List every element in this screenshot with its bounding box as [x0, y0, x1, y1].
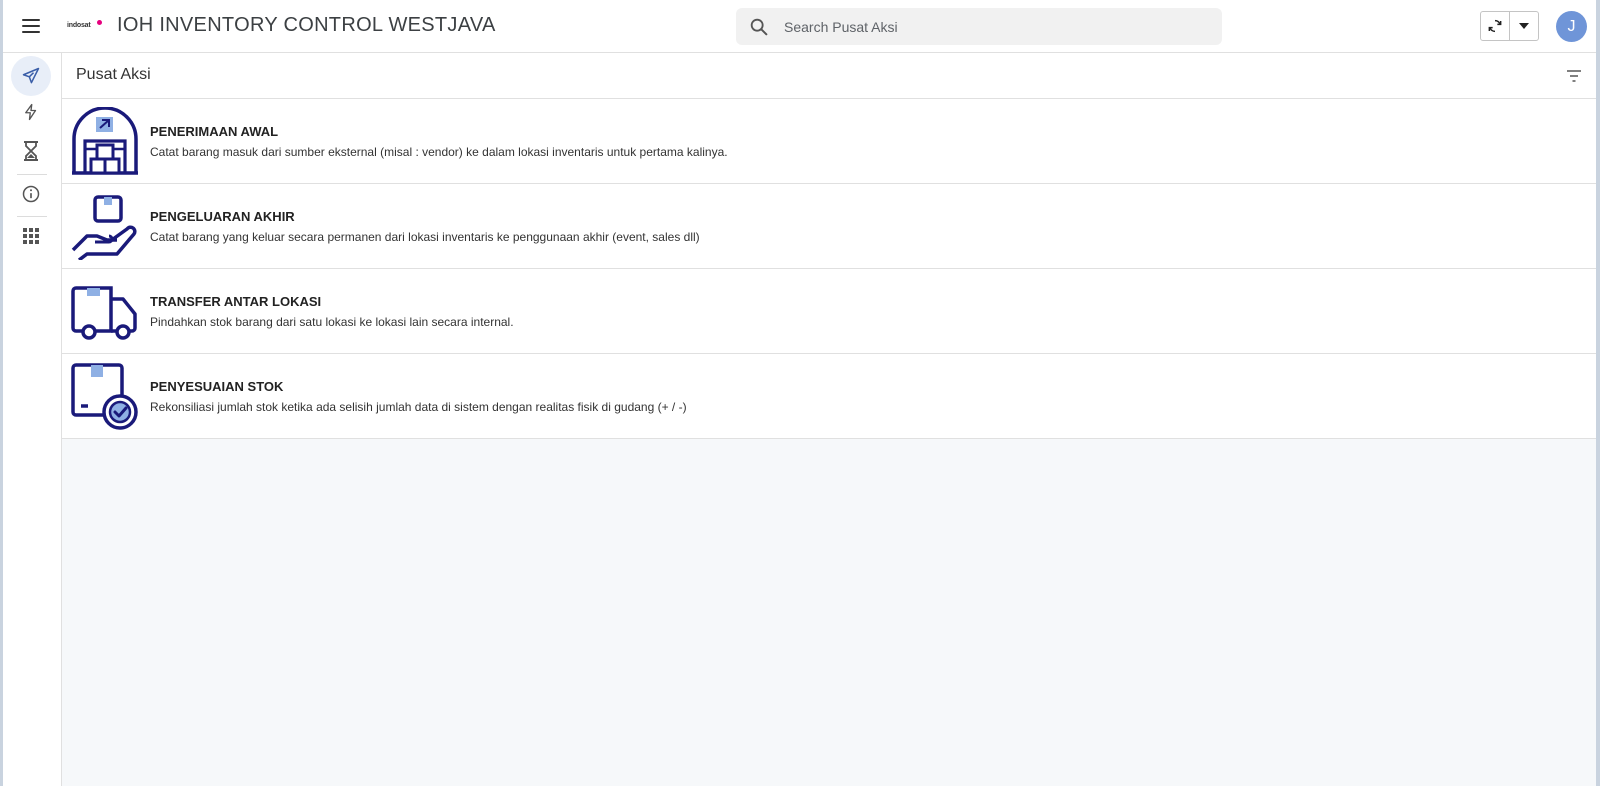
sync-icon	[1488, 19, 1502, 33]
sidebar-item-send[interactable]	[11, 56, 51, 96]
action-title: PENGELUARAN AKHIR	[150, 209, 295, 224]
filter-icon[interactable]	[1566, 68, 1582, 84]
action-title: TRANSFER ANTAR LOKASI	[150, 294, 322, 309]
section-header: Pusat Aksi	[62, 53, 1596, 99]
caret-down-icon	[1519, 23, 1530, 29]
warehouse-icon	[72, 107, 138, 175]
action-transfer-antar-lokasi[interactable]: TRANSFER ANTAR LOKASI Pindahkan stok bar…	[62, 269, 1596, 354]
box-check-icon	[71, 363, 138, 430]
sidebar-item-hourglass[interactable]	[11, 131, 51, 171]
action-title: PENERIMAAN AWAL	[150, 124, 279, 139]
left-sidebar	[3, 53, 62, 786]
hand-box-icon	[71, 195, 137, 260]
info-icon	[22, 185, 40, 203]
hamburger-menu-icon[interactable]	[19, 14, 43, 38]
search-icon	[750, 18, 768, 35]
sidebar-item-lightning[interactable]	[11, 92, 51, 132]
action-pengeluaran-akhir[interactable]: PENGELUARAN AKHIR Catat barang yang kelu…	[62, 184, 1596, 269]
sync-dropdown-button[interactable]	[1510, 12, 1538, 40]
action-penyesuaian-stok[interactable]: PENYESUAIAN STOK Rekonsiliasi jumlah sto…	[62, 354, 1596, 439]
action-title: PENYESUAIAN STOK	[150, 379, 284, 394]
sync-button[interactable]	[1481, 12, 1511, 40]
indosat-logo: indosat	[67, 20, 103, 32]
apps-grid-icon	[23, 228, 39, 244]
top-bar: indosat IOH INVENTORY CONTROL WESTJAVA J	[3, 0, 1596, 53]
user-avatar[interactable]: J	[1556, 11, 1587, 42]
send-icon	[22, 67, 40, 84]
action-description: Catat barang yang keluar secara permanen…	[150, 230, 700, 244]
truck-icon	[71, 286, 137, 340]
sync-button-group	[1480, 11, 1539, 41]
page-title: Pusat Aksi	[76, 66, 151, 83]
action-penerimaan-awal[interactable]: PENERIMAAN AWAL Catat barang masuk dari …	[62, 99, 1596, 184]
hourglass-icon	[24, 141, 38, 161]
main-content: Pusat Aksi PENERIMAAN AWAL Catat barang …	[62, 53, 1596, 786]
app-title: IOH INVENTORY CONTROL WESTJAVA	[117, 14, 496, 36]
sidebar-item-info[interactable]	[11, 174, 51, 214]
action-description: Catat barang masuk dari sumber eksternal…	[150, 145, 728, 159]
action-description: Pindahkan stok barang dari satu lokasi k…	[150, 315, 514, 329]
action-description: Rekonsiliasi jumlah stok ketika ada seli…	[150, 400, 687, 414]
lightning-icon	[25, 103, 37, 121]
sidebar-item-apps[interactable]	[11, 216, 51, 256]
search-input[interactable]	[784, 18, 1184, 35]
search-bar[interactable]	[736, 8, 1222, 45]
